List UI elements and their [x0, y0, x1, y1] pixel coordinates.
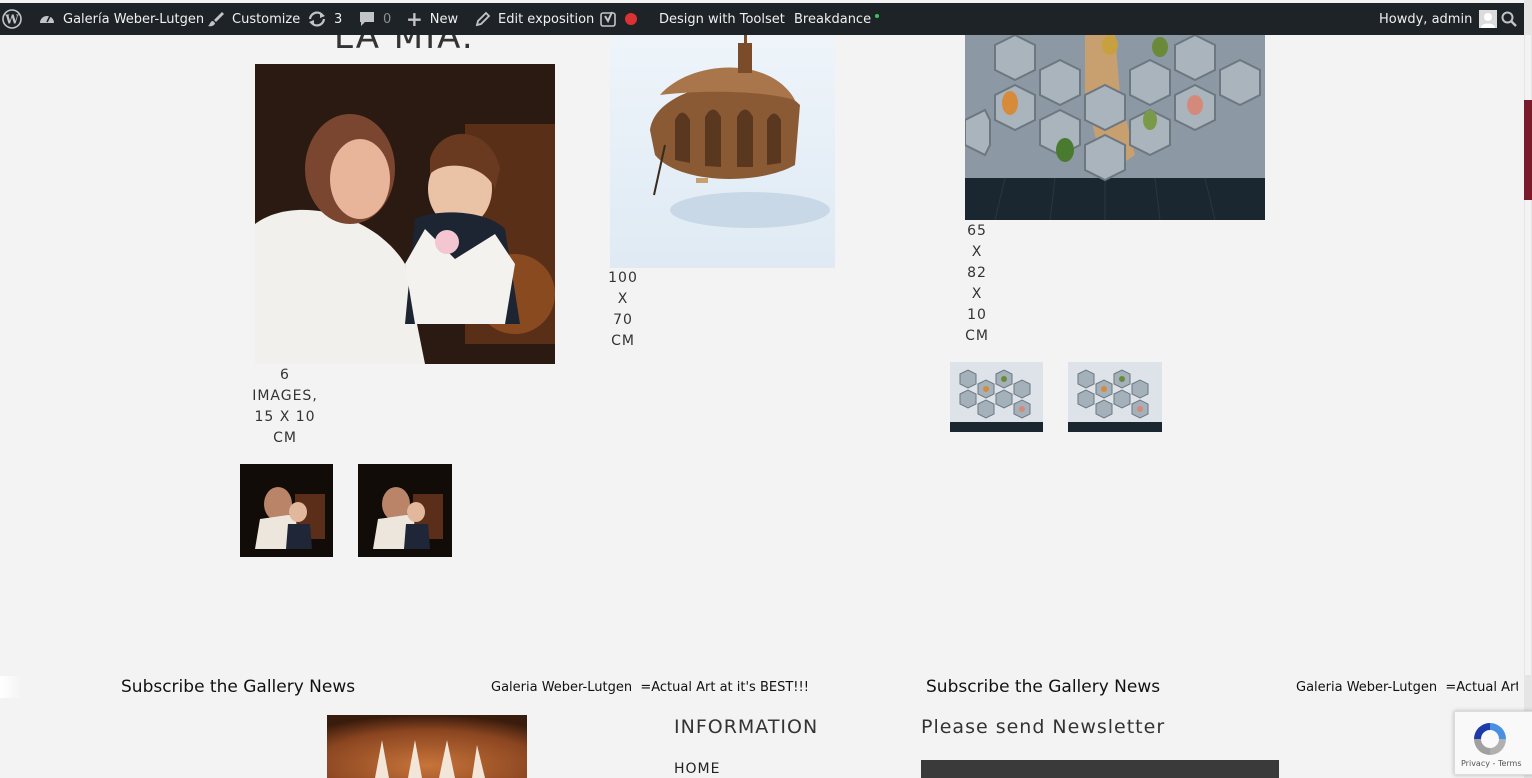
toolset-link[interactable]: Design with Toolset [659, 3, 785, 35]
recaptcha-privacy-terms[interactable]: Privacy - Terms [1461, 759, 1522, 768]
paintbrush-icon [207, 10, 225, 28]
site-name-menu[interactable]: Galería Weber-Lutgen [38, 3, 204, 35]
caption-line: X [971, 286, 983, 302]
subscribe-title: Subscribe the Gallery News [926, 677, 1161, 697]
gallery-tagline: Galeria Weber-Lutgen =Actual Art at [1296, 680, 1518, 695]
toolset-label: Design with Toolset [659, 11, 785, 27]
avatar [1479, 10, 1498, 28]
yoast-seo-menu[interactable] [600, 3, 644, 35]
newsletter-heading: Please send Newsletter [921, 716, 1166, 738]
caption-line: 70 [613, 312, 633, 328]
caption-line: CM [965, 328, 989, 344]
artwork-caption-3: 65 X 82 X 10 CM [952, 221, 1002, 347]
customize-label: Customize [232, 11, 301, 27]
seo-dot-shape [625, 13, 637, 25]
artwork-thumbnail[interactable] [358, 464, 452, 557]
wordpress-menu[interactable]: W [2, 3, 29, 35]
pencil-icon [474, 11, 491, 28]
new-content-menu[interactable]: + New [406, 3, 458, 35]
seo-status-dot-icon [625, 13, 637, 25]
search-icon [1501, 11, 1517, 27]
new-label: New [429, 11, 459, 27]
right-edge-strip [1524, 100, 1532, 200]
caption-line: X [617, 291, 629, 307]
caption-line: CM [273, 430, 297, 446]
caption-line: 82 [967, 265, 987, 281]
artwork-caption-1: 6 IMAGES, 15 X 10 CM [235, 365, 335, 449]
admin-bar: W Galería Weber-Lutgen Customize 3 0 + N… [0, 3, 1524, 35]
subscribe-title: Subscribe the Gallery News [121, 677, 356, 697]
breakdance-label: Breakdance [794, 11, 872, 27]
artwork-thumbnail[interactable] [240, 464, 333, 557]
artwork-image-dome-sculpture[interactable] [610, 35, 835, 268]
yoast-logo-icon [600, 10, 618, 28]
caption-line: 15 X 10 [254, 409, 316, 425]
newsletter-form-box[interactable] [921, 760, 1279, 778]
recaptcha-logo-icon [1471, 720, 1509, 758]
gallery-tagline: Galeria Weber-Lutgen =Actual Art at it's… [491, 680, 809, 695]
caption-line: 100 [608, 270, 638, 286]
footer-home-link[interactable]: HOME [674, 761, 720, 777]
dashboard-gauge-icon [38, 10, 56, 28]
updates-link[interactable]: 3 [307, 3, 342, 35]
svg-text:W: W [4, 13, 19, 27]
wordpress-logo-icon: W [2, 9, 22, 29]
artwork-thumbnail[interactable] [950, 362, 1043, 432]
caption-line: X [971, 244, 983, 260]
update-refresh-icon [307, 10, 327, 28]
footer-logo-image[interactable] [327, 715, 527, 778]
information-heading: INFORMATION [674, 716, 819, 738]
caption-line: 6 [280, 367, 290, 383]
edit-exposition-label: Edit exposition [498, 11, 595, 27]
customize-link[interactable]: Customize [207, 3, 300, 35]
caption-line: CM [611, 333, 635, 349]
footer-left-fade [0, 676, 22, 698]
breakdance-status-dot-icon [875, 14, 880, 18]
howdy-label: Howdy, admin [1379, 11, 1473, 27]
edit-exposition-link[interactable]: Edit exposition [474, 3, 594, 35]
site-name: Galería Weber-Lutgen [63, 11, 205, 27]
updates-count: 3 [334, 11, 343, 27]
artwork-thumbnail[interactable] [1068, 362, 1162, 432]
comment-bubble-icon [358, 10, 376, 28]
artwork-image-hexagon-relief[interactable] [965, 35, 1265, 220]
admin-search-button[interactable] [1501, 3, 1524, 35]
caption-line: IMAGES, [252, 388, 318, 404]
breakdance-link[interactable]: Breakdance [794, 3, 880, 35]
artwork-caption-2: 100 X 70 CM [598, 268, 648, 352]
plus-icon: + [406, 7, 423, 31]
my-account-menu[interactable]: Howdy, admin [1379, 3, 1498, 35]
comments-link[interactable]: 0 [358, 3, 391, 35]
comments-count: 0 [383, 11, 392, 27]
recaptcha-badge[interactable]: Privacy - Terms [1454, 711, 1532, 775]
caption-line: 65 [967, 223, 987, 239]
artwork-image-mother-child[interactable] [255, 64, 555, 364]
caption-line: 10 [967, 307, 987, 323]
